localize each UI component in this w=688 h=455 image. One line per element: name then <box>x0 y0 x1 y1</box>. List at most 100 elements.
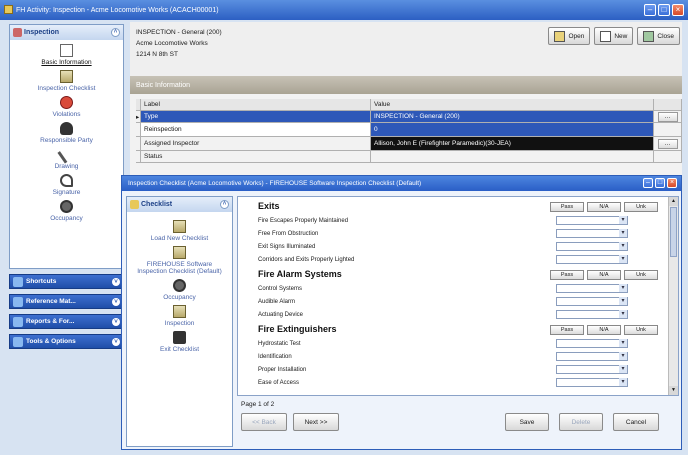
sidebar-item-label: Signature <box>52 189 81 196</box>
sidebar-item-violations[interactable]: Violations <box>10 96 123 118</box>
na-all-button[interactable]: N/A <box>587 270 621 280</box>
grid-header: Label Value <box>136 99 682 111</box>
delete-button[interactable]: Delete <box>559 413 603 431</box>
item-result-select[interactable] <box>556 339 628 348</box>
dialog-titlebar: Inspection Checklist (Acme Locomotive Wo… <box>122 176 681 191</box>
na-all-button[interactable]: N/A <box>587 202 621 212</box>
scroll-down-arrow-icon[interactable]: ▼ <box>669 386 678 395</box>
shortcuts-icon <box>13 277 23 287</box>
table-row[interactable]: Assigned Inspector Allison, John E (Fire… <box>136 137 682 151</box>
new-button[interactable]: New <box>594 27 634 45</box>
chevron-down-icon: ˅ <box>112 318 120 326</box>
checklist-icon <box>130 200 139 209</box>
scroll-thumb[interactable] <box>670 207 677 257</box>
item-result-select[interactable] <box>556 229 628 238</box>
sidebar-item-inspection-checklist[interactable]: Inspection Checklist <box>10 70 123 92</box>
cancel-button[interactable]: Cancel <box>613 413 659 431</box>
group-tools-options[interactable]: Tools & Options ˅ <box>9 334 124 349</box>
sidebar-item-label: Inspection Checklist <box>37 85 96 92</box>
item-result-select[interactable] <box>556 297 628 306</box>
close-button[interactable]: Close <box>637 27 680 45</box>
sidebar-item-responsible-party[interactable]: Responsible Party <box>10 122 123 144</box>
table-row[interactable]: ▸ Type INSPECTION - General (200) … <box>136 111 682 123</box>
maximize-button[interactable]: □ <box>658 4 670 16</box>
checklist-scrollbar[interactable]: ▲ ▼ <box>668 197 678 395</box>
app-icon <box>4 5 13 14</box>
table-row[interactable]: Reinspection 0 <box>136 123 682 137</box>
report-icon <box>13 317 23 327</box>
side-item-exit-checklist[interactable]: Exit Checklist <box>127 331 232 353</box>
column-header-label[interactable]: Label <box>141 99 371 110</box>
row-edit-button[interactable]: … <box>657 138 678 149</box>
sidebar-item-occupancy[interactable]: Occupancy <box>10 200 123 222</box>
dialog-maximize-button[interactable]: □ <box>655 178 665 188</box>
scroll-up-arrow-icon[interactable]: ▲ <box>669 197 678 206</box>
group-reports-forms[interactable]: Reports & For... ˅ <box>9 314 124 329</box>
checklist-icon <box>173 246 186 259</box>
window-title: FH Activity: Inspection - Acme Locomotiv… <box>16 6 219 14</box>
na-all-button[interactable]: N/A <box>587 325 621 335</box>
checklist-item: Exit Signs Illuminated <box>258 240 658 253</box>
new-document-icon <box>600 30 612 42</box>
unk-all-button[interactable]: Unk <box>624 202 658 212</box>
sidebar-item-label: Drawing <box>54 163 79 170</box>
side-item-occupancy[interactable]: Occupancy <box>127 279 232 301</box>
checklist-item: Corridors and Exits Properly Lighted <box>258 253 658 266</box>
document-icon <box>60 44 73 57</box>
exit-icon <box>643 30 655 42</box>
group-reference-material[interactable]: Reference Mat... ˅ <box>9 294 124 309</box>
item-result-select[interactable] <box>556 310 628 319</box>
table-row[interactable]: Status <box>136 151 682 163</box>
inspection-icon <box>13 28 22 37</box>
back-button[interactable]: << Back <box>241 413 287 431</box>
next-button[interactable]: Next >> <box>293 413 339 431</box>
window-titlebar: FH Activity: Inspection - Acme Locomotiv… <box>0 0 688 20</box>
item-result-select[interactable] <box>556 284 628 293</box>
folder-icon <box>554 30 566 42</box>
checklist-item: Ease of Access <box>258 376 658 389</box>
checklist-item: Proper Installation <box>258 363 658 376</box>
item-result-select[interactable] <box>556 365 628 374</box>
sidebar-item-label: Basic Information <box>41 59 92 66</box>
chevron-up-icon[interactable]: ˄ <box>111 28 120 37</box>
item-result-select[interactable] <box>556 255 628 264</box>
side-item-default-checklist[interactable]: FIREHOUSE Software Inspection Checklist … <box>127 246 232 275</box>
inspection-panel-header[interactable]: Inspection ˄ <box>10 25 123 40</box>
sidebar-item-label: Responsible Party <box>40 137 93 144</box>
page-indicator: Page 1 of 2 <box>241 401 275 408</box>
pass-all-button[interactable]: Pass <box>550 202 584 212</box>
minimize-button[interactable]: – <box>644 4 656 16</box>
section-exits: Exits Pass N/A Unk Fire Escapes Properly… <box>258 201 658 266</box>
record-address: 1214 N 8th ST <box>136 51 178 58</box>
unk-all-button[interactable]: Unk <box>624 270 658 280</box>
pass-all-button[interactable]: Pass <box>550 270 584 280</box>
checklist-icon <box>173 220 186 233</box>
occupancy-icon <box>60 200 73 213</box>
item-result-select[interactable] <box>556 242 628 251</box>
group-shortcuts[interactable]: Shortcuts ˅ <box>9 274 124 289</box>
chevron-up-icon[interactable]: ˄ <box>220 200 229 209</box>
inspection-panel: Inspection ˄ Basic Information Inspectio… <box>9 24 124 269</box>
sidebar-item-basic-information[interactable]: Basic Information <box>10 44 123 66</box>
record-header: INSPECTION - General (200) Acme Locomoti… <box>130 22 682 76</box>
side-item-load-new-checklist[interactable]: Load New Checklist <box>127 220 232 242</box>
item-result-select[interactable] <box>556 352 628 361</box>
column-header-value[interactable]: Value <box>371 99 654 110</box>
item-result-select[interactable] <box>556 216 628 225</box>
dialog-close-button[interactable]: × <box>667 178 677 188</box>
sidebar-item-drawing[interactable]: Drawing <box>10 145 123 170</box>
row-edit-button[interactable]: … <box>657 111 678 122</box>
unk-all-button[interactable]: Unk <box>624 325 658 335</box>
close-window-button[interactable]: × <box>672 4 684 16</box>
checklist-panel-header[interactable]: Checklist ˄ <box>127 197 232 212</box>
sidebar-item-signature[interactable]: Signature <box>10 174 123 196</box>
occupancy-icon <box>173 279 186 292</box>
panel-title: Inspection <box>24 29 60 36</box>
item-result-select[interactable] <box>556 378 628 387</box>
checklist-item: Audible Alarm <box>258 295 658 308</box>
save-button[interactable]: Save <box>505 413 549 431</box>
side-item-inspection[interactable]: Inspection <box>127 305 232 327</box>
pass-all-button[interactable]: Pass <box>550 325 584 335</box>
dialog-minimize-button[interactable]: – <box>643 178 653 188</box>
open-button[interactable]: Open <box>548 27 591 45</box>
